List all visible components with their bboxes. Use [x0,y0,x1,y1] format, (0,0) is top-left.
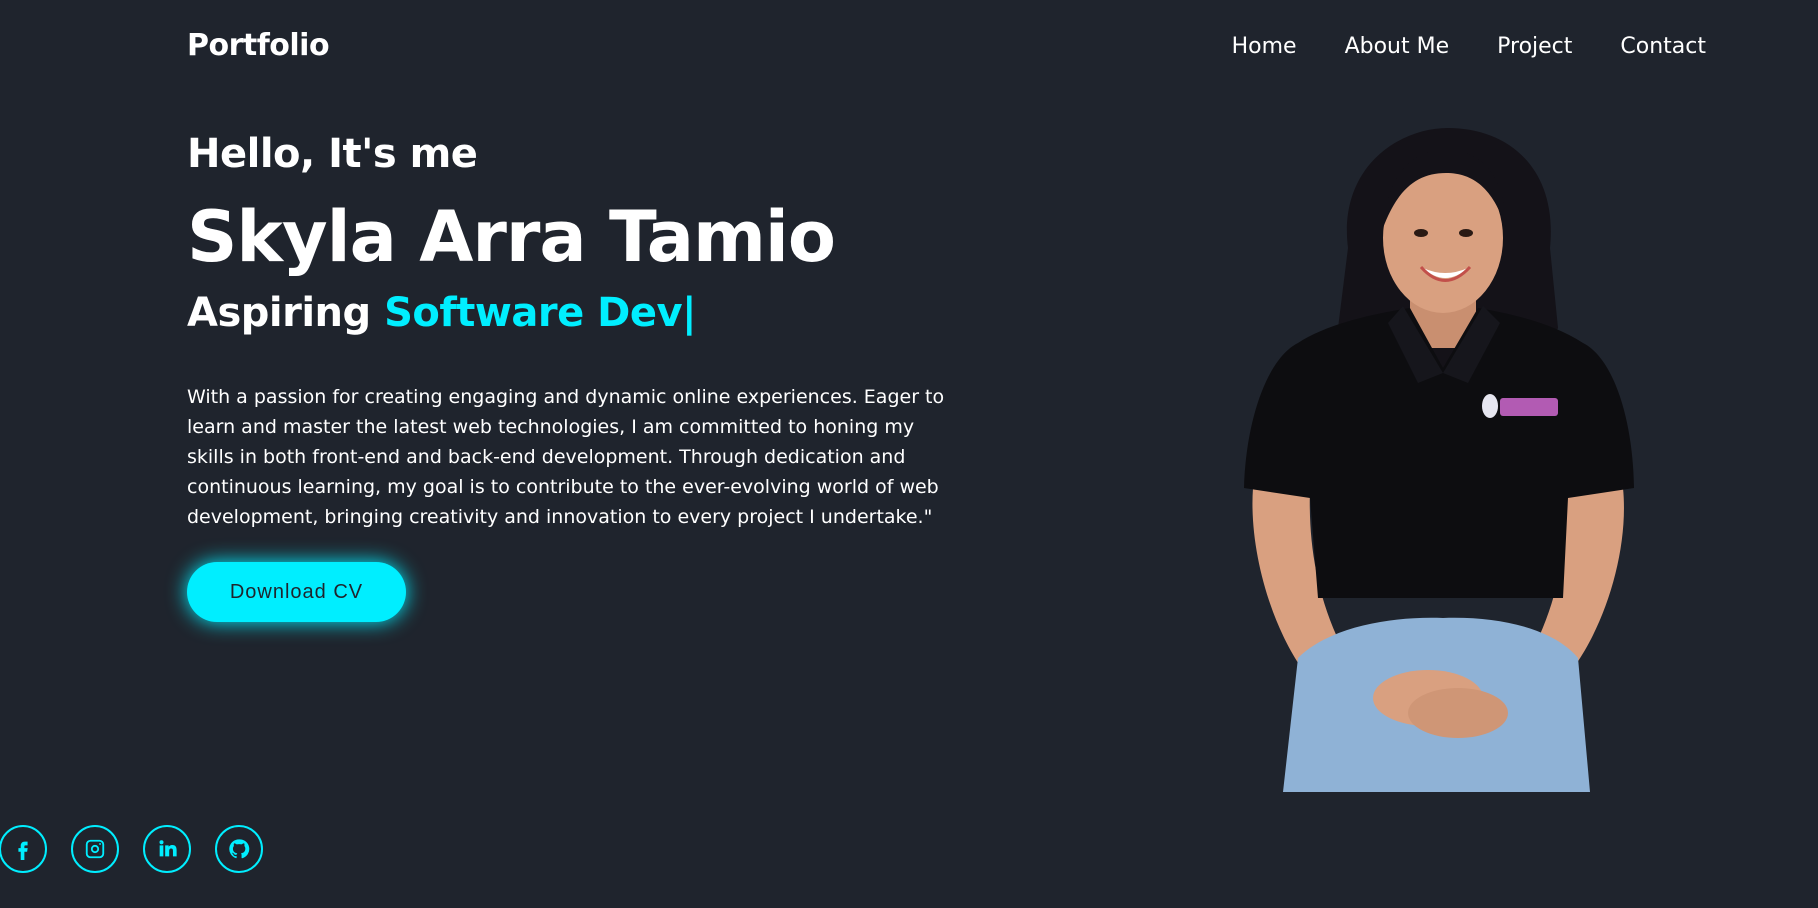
nav-contact[interactable]: Contact [1620,34,1706,59]
nav-project[interactable]: Project [1497,34,1572,59]
social-links [0,825,263,873]
github-link[interactable] [215,825,263,873]
download-cv-button[interactable]: Download CV [187,562,406,622]
typing-caret: | [682,290,697,336]
role-prefix: Aspiring [187,290,371,336]
greeting: Hello, It's me [187,131,478,177]
main-nav: Home About Me Project Contact [1232,34,1706,59]
instagram-link[interactable] [71,825,119,873]
logo[interactable]: Portfolio [187,28,330,63]
role-highlight: Software Dev [384,290,683,336]
github-icon [229,839,250,859]
hero-name: Skyla Arra Tamio [187,196,836,278]
nav-about-me[interactable]: About Me [1345,34,1450,59]
instagram-icon [85,839,105,859]
hero-description: With a passion for creating engaging and… [187,386,945,528]
facebook-icon [18,841,28,860]
nav-home[interactable]: Home [1232,34,1297,59]
facebook-link[interactable] [0,825,47,873]
role-line: Aspiring Software Dev| [187,290,697,336]
portfolio-page: Portfolio Home About Me Project Contact … [0,0,1818,908]
profile-photo [1244,128,1634,792]
linkedin-icon [159,840,177,857]
linkedin-link[interactable] [143,825,191,873]
